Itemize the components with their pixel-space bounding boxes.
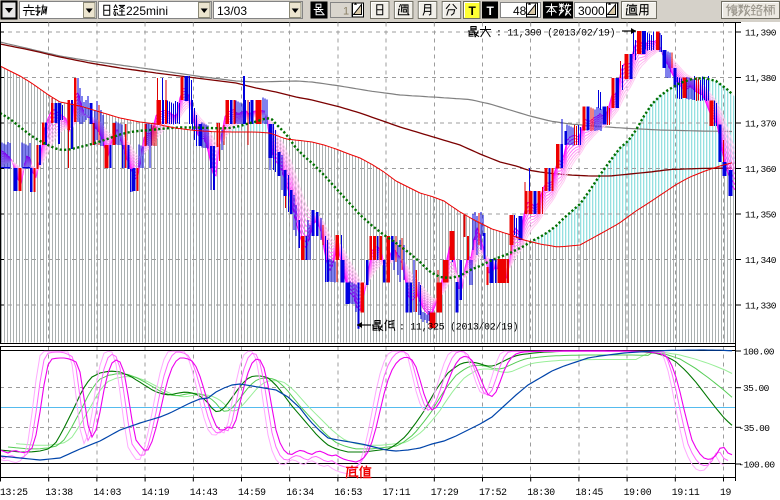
- svg-text:11,330: 11,330: [745, 301, 777, 312]
- svg-text:11,380: 11,380: [745, 73, 777, 84]
- svg-text:14:43: 14:43: [190, 487, 218, 498]
- svg-text:19:11: 19:11: [672, 487, 700, 498]
- svg-text:17:11: 17:11: [383, 487, 411, 498]
- svg-text:11,340: 11,340: [745, 255, 777, 266]
- svg-text:14:59: 14:59: [238, 487, 266, 498]
- svg-text:14:19: 14:19: [142, 487, 170, 498]
- svg-text:: 11,390 (2013/02/19): : 11,390 (2013/02/19): [496, 28, 615, 39]
- svg-text:3000: 3000: [578, 4, 605, 18]
- svg-text:13:25: 13:25: [0, 487, 28, 498]
- svg-text:48: 48: [513, 4, 527, 18]
- svg-text:13:38: 13:38: [45, 487, 73, 498]
- svg-text:17:29: 17:29: [431, 487, 459, 498]
- svg-text:11,360: 11,360: [745, 164, 777, 175]
- svg-text:13/03: 13/03: [217, 4, 247, 18]
- svg-text:16:34: 16:34: [286, 487, 314, 498]
- svg-text:T: T: [469, 4, 477, 18]
- svg-text:100.00: 100.00: [743, 347, 775, 358]
- svg-text:11,370: 11,370: [745, 119, 777, 130]
- svg-text:17:52: 17:52: [479, 487, 507, 498]
- svg-text:1: 1: [343, 6, 349, 18]
- svg-text:18:45: 18:45: [575, 487, 603, 498]
- svg-text:16:53: 16:53: [334, 487, 362, 498]
- svg-text:-100.00: -100.00: [739, 460, 776, 471]
- svg-text:-35.00: -35.00: [739, 423, 771, 434]
- svg-text:11,390: 11,390: [745, 28, 777, 39]
- svg-text:11,350: 11,350: [745, 210, 777, 221]
- svg-text:225mini: 225mini: [126, 4, 168, 18]
- svg-text:35.00: 35.00: [743, 383, 770, 394]
- svg-text:14:03: 14:03: [93, 487, 121, 498]
- svg-text:: 11,325 (2013/02/19): : 11,325 (2013/02/19): [399, 322, 518, 333]
- svg-text:19:00: 19:00: [624, 487, 652, 498]
- svg-text:18:30: 18:30: [527, 487, 555, 498]
- svg-text:T: T: [487, 4, 495, 18]
